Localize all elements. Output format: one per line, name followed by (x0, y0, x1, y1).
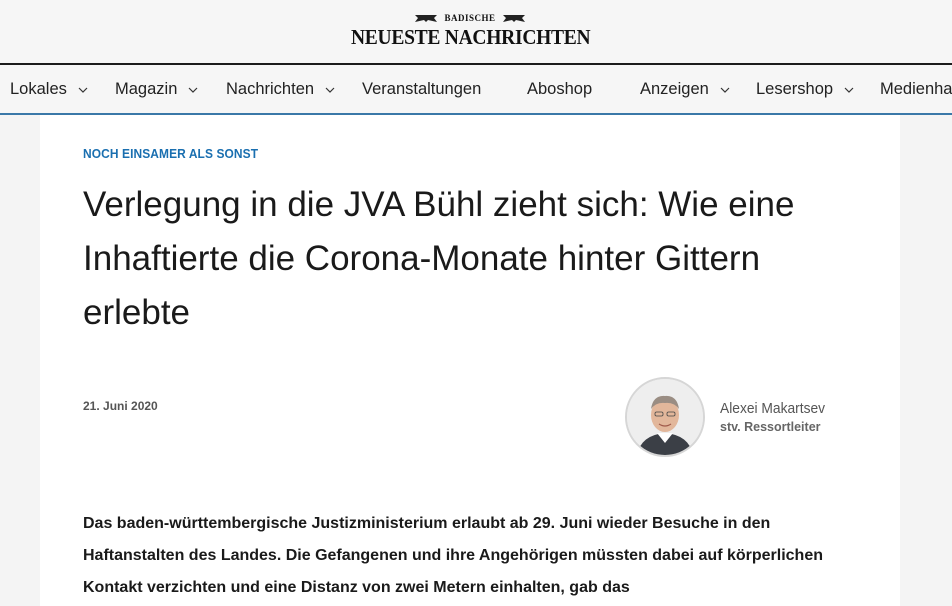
brand-logo[interactable]: BADISCHE NEUESTE NACHRICHTEN (342, 12, 598, 50)
chevron-down-icon (844, 87, 854, 93)
author-photo (627, 379, 703, 455)
nav-item-medienhaus[interactable]: Medienhaus (880, 65, 952, 113)
author-avatar[interactable] (625, 377, 705, 457)
chevron-down-icon (78, 87, 88, 93)
nav-item-nachrichten[interactable]: Nachrichten (226, 65, 336, 113)
crest-icon (502, 14, 525, 22)
nav-item-label: Lesershop (756, 79, 834, 98)
site-header: BADISCHE NEUESTE NACHRICHTEN (0, 0, 952, 63)
brand-name: NEUESTE NACHRICHTEN (350, 25, 591, 49)
nav-item-label: Veranstaltungen (362, 79, 482, 98)
chevron-down-icon (720, 87, 730, 93)
main-navigation: Lokales Magazin Nachrichten Veranstaltun… (0, 63, 952, 115)
nav-item-label: Aboshop (527, 79, 593, 98)
chevron-down-icon (325, 87, 335, 93)
article-date: 21. Juni 2020 (83, 399, 158, 413)
brand-top-text: BADISCHE (444, 13, 496, 23)
nav-item-lesershop[interactable]: Lesershop (756, 65, 855, 113)
author-role: stv. Ressortleiter (720, 420, 821, 434)
article-kicker: NOCH EINSAMER ALS SONST (83, 146, 259, 161)
crest-icon (415, 14, 438, 22)
nav-item-label: Magazin (115, 79, 178, 98)
nav-item-label: Nachrichten (226, 79, 315, 98)
author-name[interactable]: Alexei Makartsev (720, 400, 825, 417)
nav-item-lokales[interactable]: Lokales (10, 65, 89, 113)
nav-item-magazin[interactable]: Magazin (115, 65, 199, 113)
nav-item-label: Lokales (10, 79, 67, 98)
nav-item-label: Anzeigen (640, 79, 709, 98)
nav-item-label: Medienhaus (880, 79, 952, 98)
nav-item-anzeigen[interactable]: Anzeigen (640, 65, 731, 113)
article-headline: Verlegung in die JVA Bühl zieht sich: Wi… (83, 185, 795, 332)
nav-item-veranstaltungen[interactable]: Veranstaltungen (362, 65, 481, 113)
nav-item-aboshop[interactable]: Aboshop (527, 65, 592, 113)
chevron-down-icon (188, 87, 198, 93)
brand-top-line: BADISCHE (342, 12, 598, 24)
article-lead: Das baden-württembergische Justizministe… (83, 515, 823, 596)
